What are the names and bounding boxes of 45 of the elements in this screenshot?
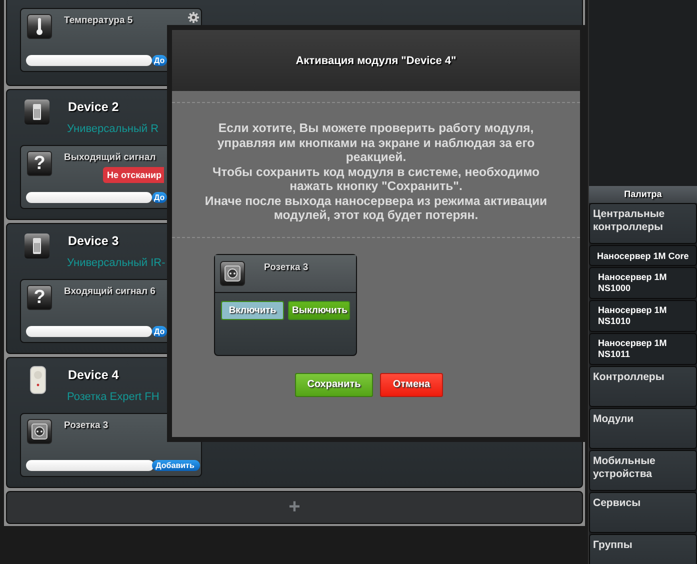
palette-category[interactable]: Модули <box>589 408 697 449</box>
module-name: Розетка 3 <box>64 420 108 431</box>
palette-header: Палитра <box>589 186 697 203</box>
palette-item[interactable]: Наносервер 1M NS1011 <box>589 333 697 365</box>
info-text: Чтобы сохранить код модуля в системе, необходимо нажать кнопку "Сохранить". <box>211 164 541 194</box>
add-button[interactable]: До <box>152 326 167 337</box>
input-field[interactable] <box>26 192 152 203</box>
input-field[interactable] <box>26 55 152 66</box>
status-badge: Не отсканир <box>103 167 164 183</box>
modal-title: Активация модуля "Device 4" <box>296 54 456 66</box>
palette-category[interactable]: Контроллеры <box>589 366 697 407</box>
device-type: Розетка Expert FH <box>67 391 160 403</box>
thermometer-icon <box>27 14 52 39</box>
add-button[interactable]: Добавить <box>152 460 200 471</box>
remote-icon <box>24 99 50 125</box>
add-button[interactable]: До <box>152 192 167 203</box>
device-name: Device 4 <box>68 368 119 382</box>
palette-item[interactable]: Наносервер 1M NS1010 <box>589 300 697 332</box>
device-name: Device 2 <box>68 100 119 114</box>
device-name: Device 3 <box>68 234 119 248</box>
info-text: Если хотите, Вы можете проверить работу модуля, управляя им кнопками на экране и наблюдая за его реакцией. <box>216 121 536 164</box>
smart-plug-icon <box>30 366 46 394</box>
palette-category[interactable]: Мобильные устройства <box>589 450 697 491</box>
add-button[interactable]: До <box>152 55 167 66</box>
question-icon: ? <box>27 151 52 176</box>
palette-category[interactable]: Центральные контроллеры <box>589 203 697 244</box>
palette-item[interactable]: Наносервер 1M Core <box>589 245 697 266</box>
info-text: Иначе после выхода наносервера из режима активации модулей, этот код будет потерян. <box>204 194 548 222</box>
palette-item[interactable]: Наносервер 1M NS1000 <box>589 267 697 299</box>
settings-icon[interactable] <box>188 12 199 23</box>
cancel-button[interactable]: Отмена <box>380 372 443 396</box>
socket-icon <box>220 260 245 286</box>
device-type: Универсальный R <box>67 123 159 135</box>
input-field[interactable] <box>26 326 152 337</box>
module-name: Розетка 3 <box>264 262 308 272</box>
module-name: Входящий сигнал 6 <box>64 286 156 297</box>
device-type: Универсальный IR- <box>67 257 166 269</box>
module-name: Выходящий сигнал <box>64 152 156 163</box>
question-icon: ? <box>27 285 52 310</box>
module-name: Температура 5 <box>64 15 133 26</box>
palette-category[interactable]: Группы <box>589 534 697 564</box>
palette-category[interactable]: Сервисы <box>589 492 697 533</box>
socket-icon <box>27 419 52 444</box>
input-field[interactable] <box>26 460 154 471</box>
remote-icon <box>24 233 50 259</box>
